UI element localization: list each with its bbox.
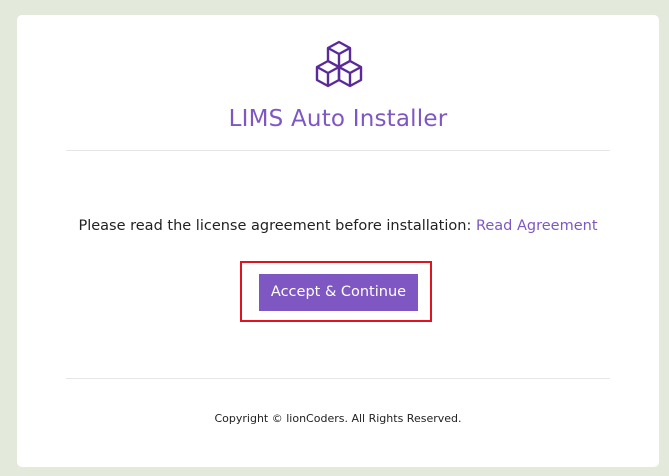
copyright-text: Copyright © lionCoders. All Rights Reser… [214, 412, 462, 425]
read-agreement-link[interactable]: Read Agreement [476, 218, 598, 234]
installer-card: LIMS Auto Installer Please read the lice… [17, 15, 659, 467]
header-divider [66, 150, 610, 151]
footer-divider [66, 378, 610, 379]
license-notice-text: Please read the license agreement before… [78, 218, 476, 234]
accept-continue-button[interactable]: Accept & Continue [259, 274, 418, 311]
license-notice: Please read the license agreement before… [17, 218, 659, 234]
cubes-icon [315, 40, 363, 88]
page-title: LIMS Auto Installer [228, 106, 448, 132]
